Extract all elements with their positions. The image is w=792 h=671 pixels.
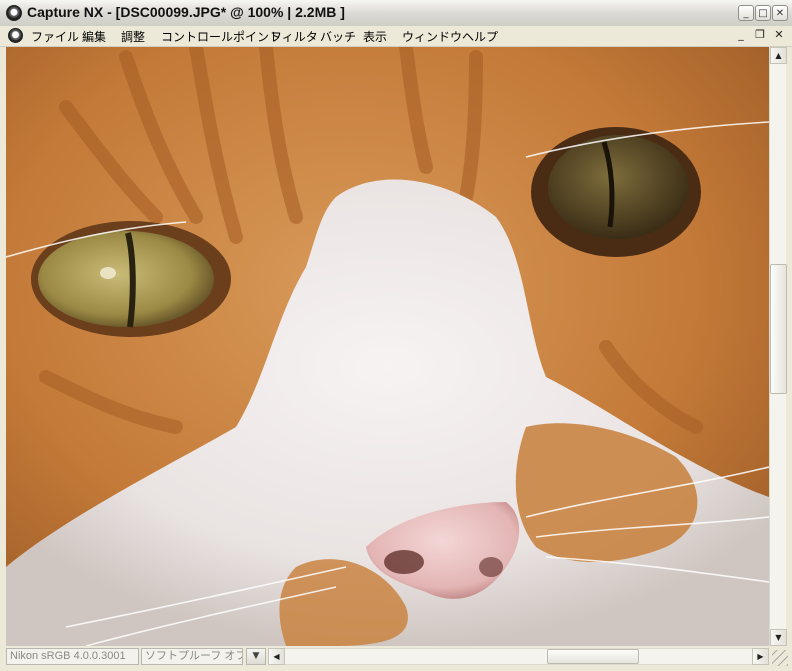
soft-proof-field[interactable]: ソフトプルーフ オフ: [141, 648, 243, 665]
document-system-menu-icon[interactable]: [8, 28, 23, 43]
photo-canvas[interactable]: [6, 47, 769, 646]
status-bar: Nikon sRGB 4.0.0.3001 ソフトプルーフ オフ ▼ ◀ ▶: [0, 646, 792, 671]
horizontal-scroll-thumb[interactable]: [547, 649, 639, 664]
menu-filter[interactable]: フィルタ: [270, 28, 318, 45]
menu-adjust[interactable]: 調整: [121, 28, 145, 45]
cat-face-photo: [6, 47, 769, 646]
resize-grip-icon[interactable]: [772, 650, 788, 666]
menu-control-point[interactable]: コントロールポイント: [161, 28, 281, 45]
vertical-scroll-thumb[interactable]: [770, 264, 787, 394]
color-profile-field: Nikon sRGB 4.0.0.3001: [6, 648, 139, 665]
menu-view[interactable]: 表示: [363, 28, 387, 45]
capture-nx-window: Capture NX - [DSC00099.JPG* @ 100% | 2.2…: [0, 0, 792, 671]
vertical-scrollbar[interactable]: ▲ ▼: [769, 47, 787, 646]
document-restore-button[interactable]: ❐: [753, 28, 767, 41]
scroll-left-button[interactable]: ◀: [268, 648, 285, 665]
scroll-down-button[interactable]: ▼: [770, 629, 787, 646]
menu-bar: ファイル 編集 調整 コントロールポイント フィルタ バッチ 表示 ウィンドウ …: [0, 26, 792, 47]
soft-proof-dropdown-icon[interactable]: ▼: [246, 648, 266, 665]
menu-help[interactable]: ヘルプ: [462, 28, 498, 45]
document-minimize-button[interactable]: _: [734, 28, 748, 41]
scroll-right-button[interactable]: ▶: [752, 648, 769, 665]
capture-nx-app-icon[interactable]: [6, 5, 22, 21]
close-button[interactable]: ✕: [772, 5, 788, 21]
title-bar[interactable]: Capture NX - [DSC00099.JPG* @ 100% | 2.2…: [0, 0, 792, 27]
document-close-button[interactable]: ✕: [772, 28, 786, 41]
menu-edit[interactable]: 編集: [82, 28, 106, 45]
menu-batch[interactable]: バッチ: [320, 28, 356, 45]
minimize-button[interactable]: _: [738, 5, 754, 21]
window-title: Capture NX - [DSC00099.JPG* @ 100% | 2.2…: [27, 4, 345, 20]
scroll-up-button[interactable]: ▲: [770, 47, 787, 64]
menu-file[interactable]: ファイル: [31, 28, 79, 45]
menu-window[interactable]: ウィンドウ: [402, 28, 462, 45]
maximize-button[interactable]: □: [755, 5, 771, 21]
horizontal-scrollbar[interactable]: ◀ ▶: [268, 648, 769, 665]
